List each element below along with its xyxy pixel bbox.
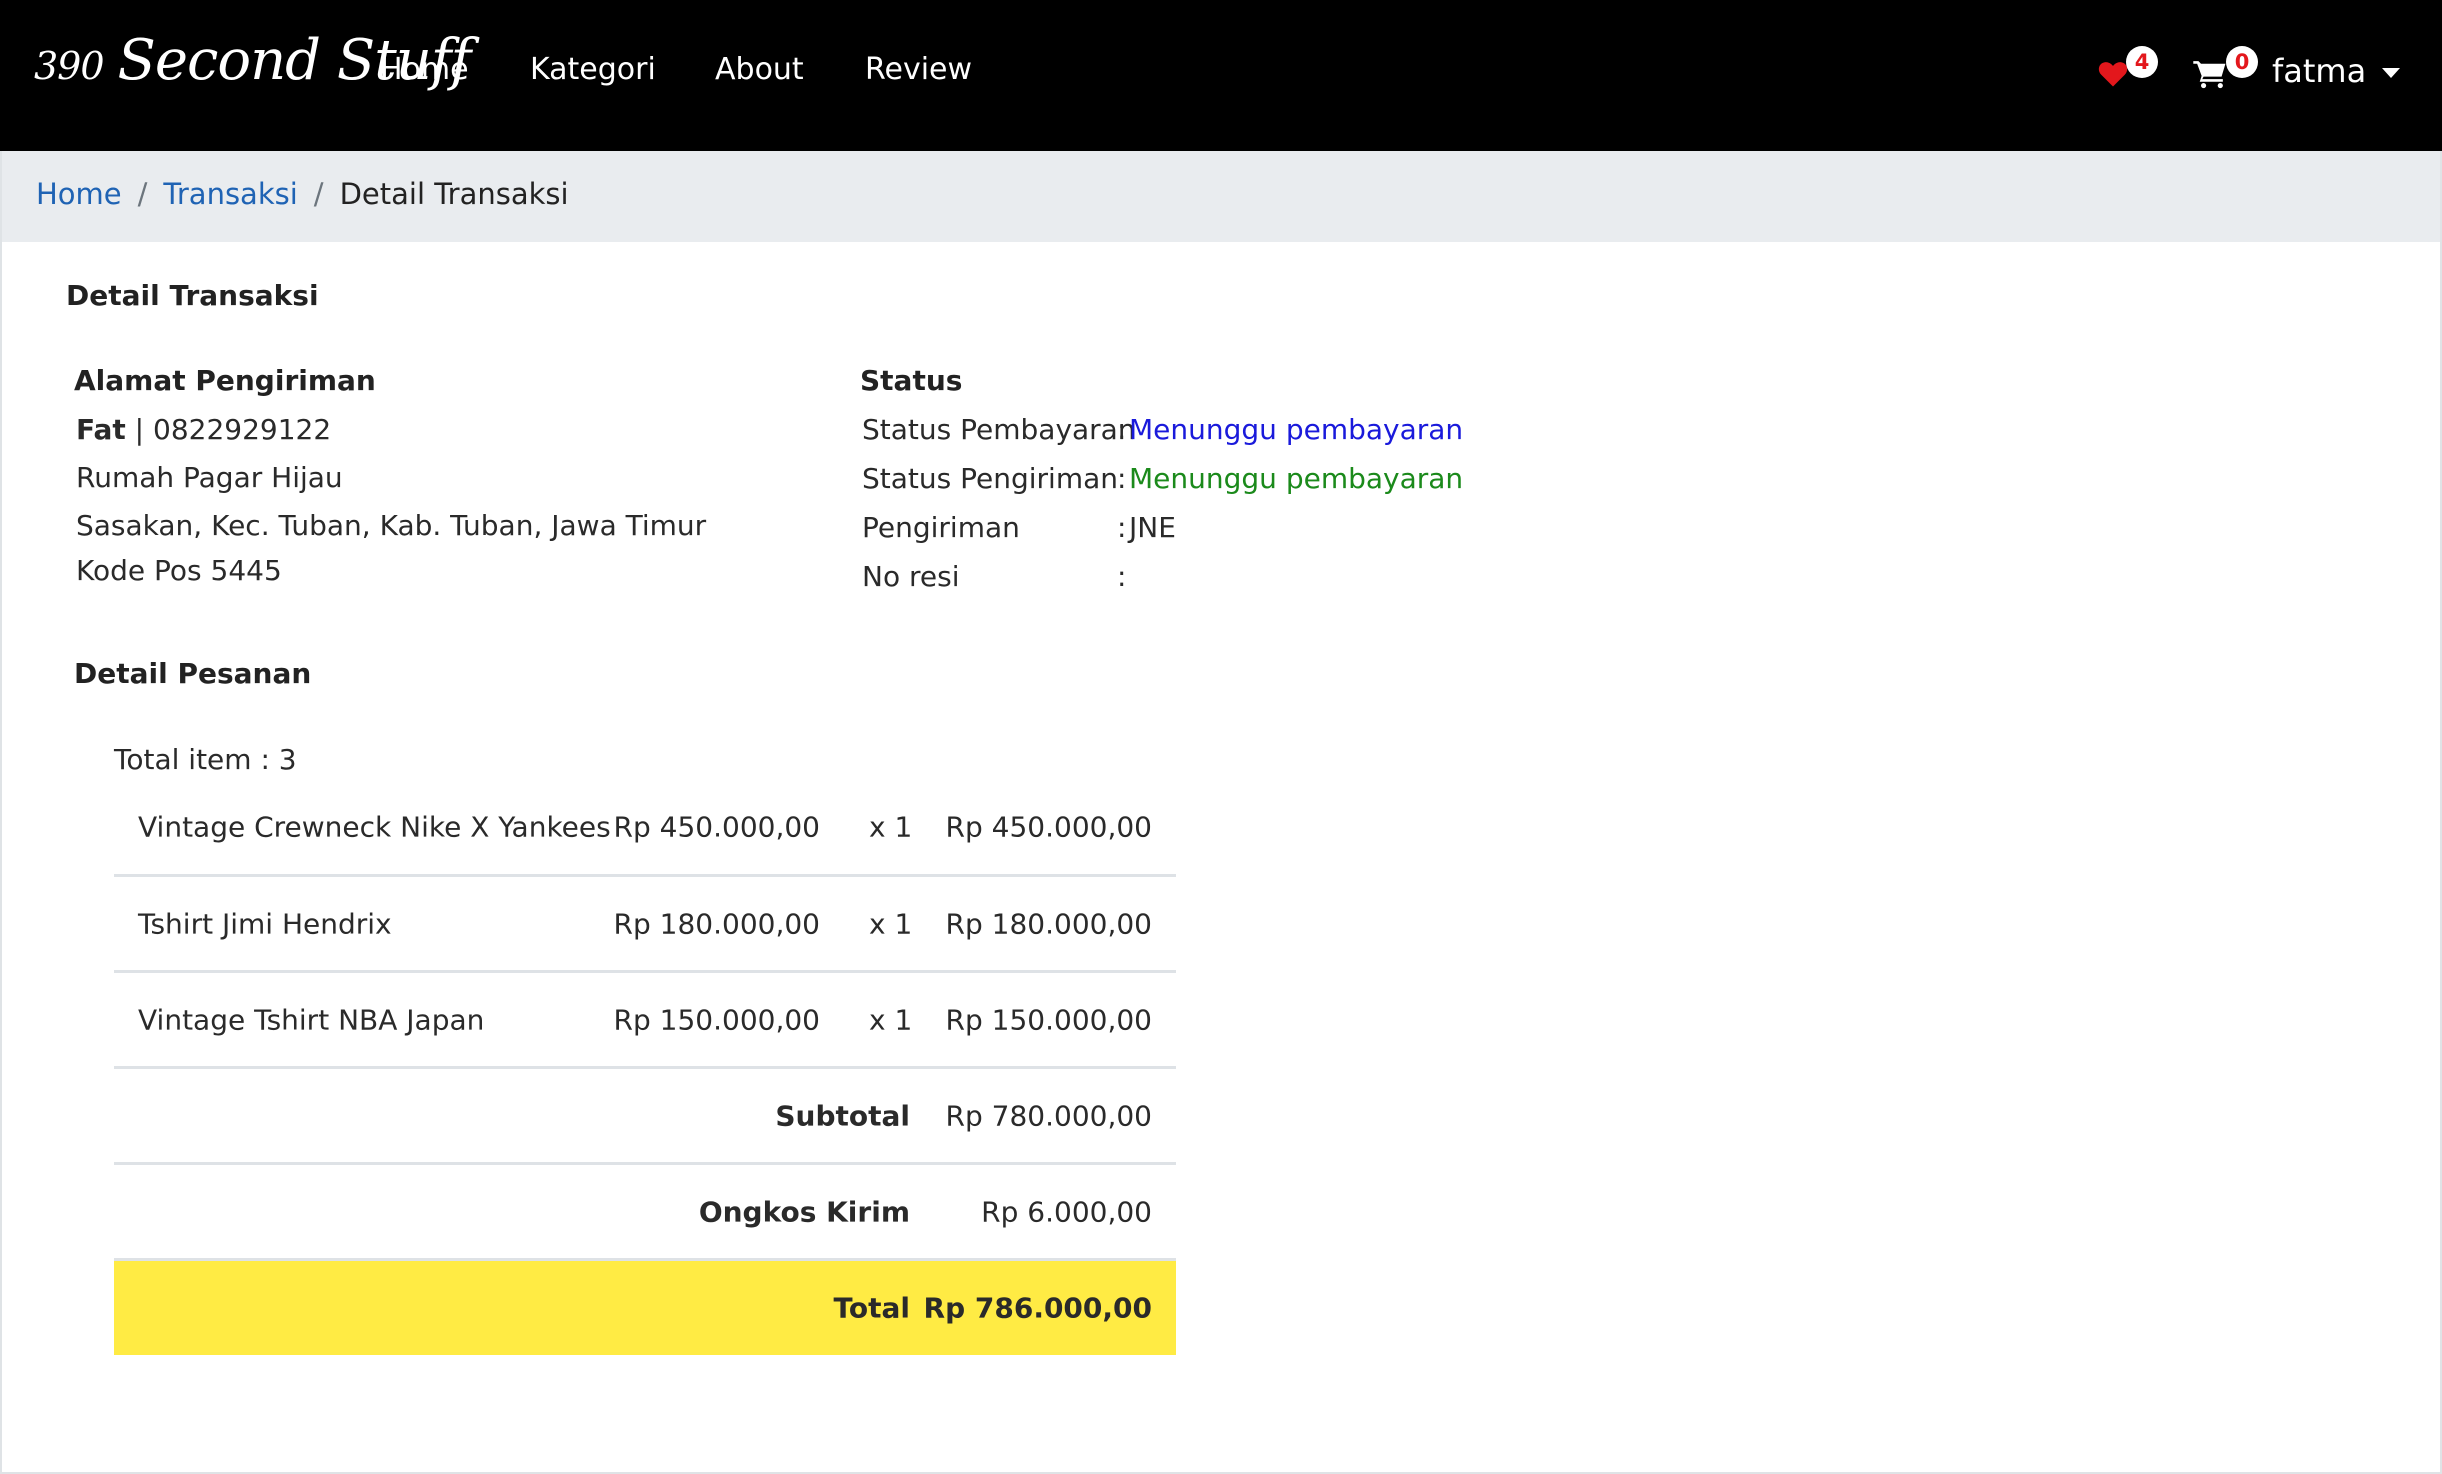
total-label: Total — [833, 1291, 911, 1325]
breadcrumb-current: Detail Transaksi — [339, 177, 569, 211]
cart-button[interactable]: 0 — [2192, 46, 2258, 96]
item-name: Tshirt Jimi Hendrix — [138, 907, 392, 940]
heart-icon — [2098, 62, 2128, 87]
page-title: Detail Transaksi — [66, 279, 319, 312]
navbar: 390 Second Stuff Home Kategori About Revi… — [0, 0, 2442, 151]
breadcrumb-list: Home / Transaksi / Detail Transaksi — [36, 177, 569, 211]
order-row: Vintage Tshirt NBA Japan Rp 150.000,00 x… — [114, 973, 1176, 1069]
nav-about[interactable]: About — [715, 52, 804, 87]
postal-code: Kode Pos 5445 — [76, 554, 282, 587]
nav-review[interactable]: Review — [865, 52, 972, 87]
subtotal-value: Rp 780.000,00 — [945, 1099, 1152, 1132]
colon: : — [1117, 413, 1127, 446]
item-price: Rp 150.000,00 — [613, 1003, 820, 1036]
item-price: Rp 450.000,00 — [613, 810, 820, 843]
shipping-heading: Alamat Pengiriman — [74, 364, 376, 397]
caret-down-icon — [2382, 68, 2401, 78]
recipient-name: Fat — [76, 413, 126, 446]
total-row: Total Rp 786.000,00 — [114, 1261, 1176, 1355]
status-payment-label: Status Pembayaran — [862, 413, 1136, 446]
tracking-label: No resi — [862, 560, 960, 593]
item-price: Rp 180.000,00 — [613, 907, 820, 940]
order-table: Vintage Crewneck Nike X Yankees Rp 450.0… — [114, 779, 1176, 1355]
subtotal-label: Subtotal — [775, 1099, 910, 1132]
item-name: Vintage Tshirt NBA Japan — [138, 1003, 485, 1036]
order-row: Vintage Crewneck Nike X Yankees Rp 450.0… — [114, 779, 1176, 877]
colon: : — [1117, 511, 1127, 544]
subtotal-row: Subtotal Rp 780.000,00 — [114, 1069, 1176, 1165]
cart-icon — [2193, 61, 2226, 89]
total-value: Rp 786.000,00 — [923, 1291, 1152, 1325]
username: fatma — [2272, 52, 2367, 90]
shipping-cost-value: Rp 6.000,00 — [981, 1195, 1152, 1228]
courier-row: Pengiriman:JNE — [862, 511, 1176, 544]
order-heading: Detail Pesanan — [74, 657, 312, 690]
courier-label: Pengiriman — [862, 511, 1020, 544]
status-shipping-row: Status Pengiriman:Menunggu pembayaran — [862, 462, 1463, 495]
item-name: Vintage Crewneck Nike X Yankees — [138, 810, 611, 843]
total-items: Total item : 3 — [114, 743, 297, 776]
courier-value: JNE — [1129, 511, 1176, 544]
shipping-cost-row: Ongkos Kirim Rp 6.000,00 — [114, 1165, 1176, 1261]
status-shipping-label: Status Pengiriman — [862, 462, 1119, 495]
cart-count-badge: 0 — [2226, 46, 2258, 78]
status-payment-row: Status Pembayaran:Menunggu pembayaran — [862, 413, 1463, 446]
breadcrumb-home[interactable]: Home — [36, 177, 122, 211]
item-subtotal: Rp 450.000,00 — [945, 810, 1152, 843]
nav-kategori[interactable]: Kategori — [530, 52, 656, 87]
shipping-cost-label: Ongkos Kirim — [698, 1195, 910, 1228]
item-subtotal: Rp 180.000,00 — [945, 907, 1152, 940]
nav-home[interactable]: Home — [380, 52, 469, 87]
breadcrumb: Home / Transaksi / Detail Transaksi — [0, 151, 2442, 242]
recipient-separator: | — [125, 413, 153, 446]
item-qty: x 1 — [869, 1003, 913, 1036]
brand-number: 390 — [34, 44, 105, 88]
breadcrumb-separator: / — [137, 177, 148, 211]
address-line-1: Rumah Pagar Hijau — [76, 461, 343, 494]
item-subtotal: Rp 150.000,00 — [945, 1003, 1152, 1036]
address-line-2: Sasakan, Kec. Tuban, Kab. Tuban, Jawa Ti… — [76, 509, 707, 542]
recipient-line: Fat | 0822929122 — [76, 413, 331, 446]
colon: : — [1117, 560, 1127, 593]
wishlist-count-badge: 4 — [2126, 46, 2158, 78]
transaction-card: Detail Transaksi Alamat Pengiriman Fat |… — [0, 242, 2442, 1474]
colon: : — [1117, 462, 1127, 495]
status-shipping-value: Menunggu pembayaran — [1129, 462, 1464, 495]
tracking-row: No resi: — [862, 560, 1129, 593]
breadcrumb-separator: / — [313, 177, 324, 211]
order-row: Tshirt Jimi Hendrix Rp 180.000,00 x 1 Rp… — [114, 877, 1176, 973]
recipient-phone: 0822929122 — [153, 413, 332, 446]
status-heading: Status — [860, 364, 963, 397]
wishlist-button[interactable]: 4 — [2098, 46, 2158, 96]
breadcrumb-transaksi[interactable]: Transaksi — [163, 177, 297, 211]
item-qty: x 1 — [869, 907, 913, 940]
status-payment-value: Menunggu pembayaran — [1129, 413, 1464, 446]
item-qty: x 1 — [869, 810, 913, 843]
user-dropdown[interactable]: fatma — [2272, 52, 2401, 90]
